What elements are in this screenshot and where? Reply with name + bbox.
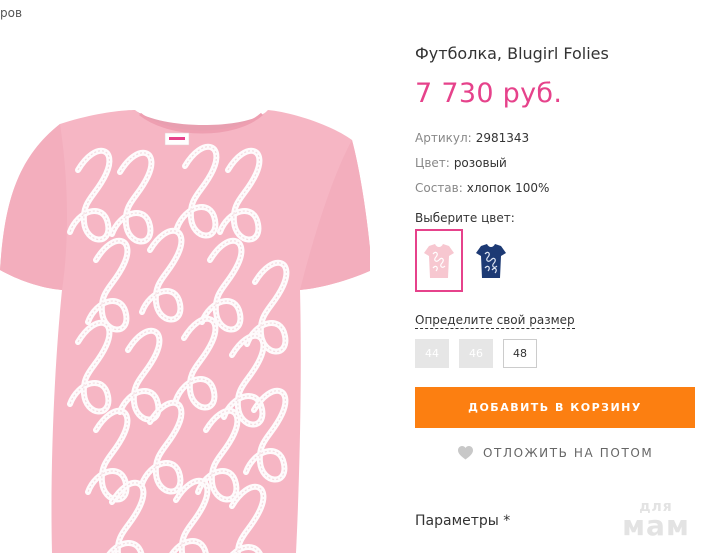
product-image	[0, 110, 372, 553]
color-swatch-navy[interactable]	[467, 229, 515, 292]
spec-composition-label: Состав:	[415, 181, 463, 195]
spec-composition-value: хлопок 100%	[466, 181, 550, 195]
spec-color-label: Цвет:	[415, 156, 450, 170]
spec-article-value: 2981343	[475, 131, 530, 145]
save-for-later-button[interactable]: ОТЛОЖИТЬ НА ПОТОМ	[458, 444, 653, 462]
heart-icon	[458, 446, 473, 460]
parameters-heading[interactable]: Параметры *	[415, 513, 510, 529]
size-guide-link[interactable]: Определите свой размер	[415, 313, 575, 329]
navy-tshirt-thumbnail-icon	[476, 243, 506, 278]
pink-tshirt-thumbnail-icon	[424, 243, 454, 278]
spec-color: Цвет: розовый	[415, 156, 507, 170]
spec-color-value: розовый	[453, 156, 507, 170]
product-price: 7 730 руб.	[415, 78, 563, 109]
breadcrumb[interactable]: ров	[0, 6, 22, 20]
parameters-row-partial	[415, 548, 605, 553]
spec-composition: Состав: хлопок 100%	[415, 181, 549, 195]
choose-color-label: Выберите цвет:	[415, 211, 515, 225]
color-swatch-pink[interactable]	[415, 229, 463, 292]
add-to-cart-button[interactable]: ДОБАВИТЬ В КОРЗИНУ	[415, 387, 695, 428]
size-option-48[interactable]: 48	[503, 339, 537, 368]
product-title: Футболка, Blugirl Folies	[415, 44, 609, 63]
size-option-46[interactable]: 46	[459, 339, 493, 368]
watermark-line2: мам	[622, 509, 690, 542]
site-watermark-logo: для мам	[620, 500, 692, 540]
spec-article-label: Артикул:	[415, 131, 472, 145]
size-option-44[interactable]: 44	[415, 339, 449, 368]
spec-article: Артикул: 2981343	[415, 131, 529, 145]
save-for-later-label: ОТЛОЖИТЬ НА ПОТОМ	[483, 446, 654, 460]
